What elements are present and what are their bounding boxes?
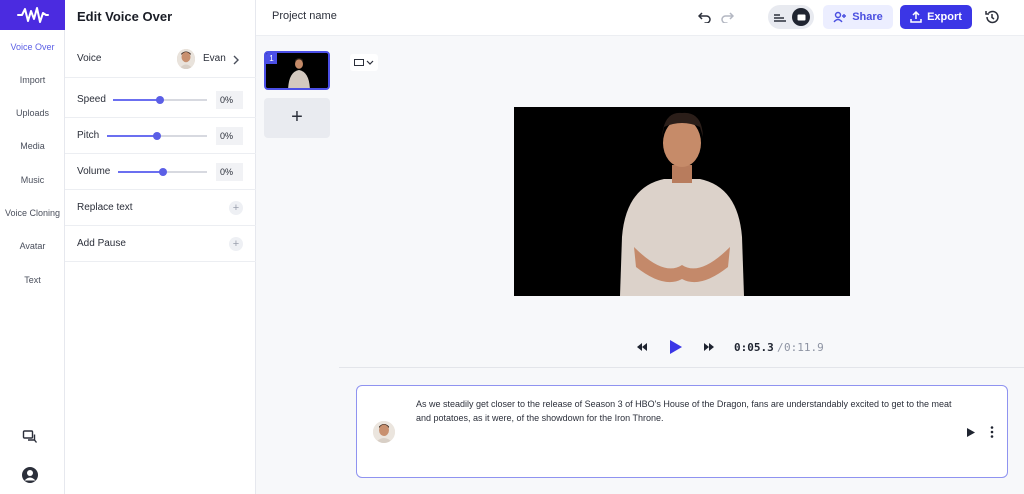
export-label: Export: [927, 11, 962, 23]
add-pause-row[interactable]: Add Pause +: [65, 226, 256, 262]
pitch-label: Pitch: [77, 130, 100, 141]
timeline-view-icon[interactable]: [773, 11, 786, 29]
upload-icon: [910, 11, 922, 23]
volume-value[interactable]: 0%: [216, 163, 243, 181]
app-logo[interactable]: [0, 0, 65, 30]
edit-voice-over-panel: Edit Voice Over Voice Evan Speed 0% Pitc…: [65, 0, 256, 494]
chevron-right-icon: [232, 53, 240, 71]
scenes-column: 1 +: [256, 36, 339, 494]
speed-slider[interactable]: [113, 96, 207, 104]
add-replace-text-icon[interactable]: +: [229, 201, 243, 215]
time-separator: /: [777, 341, 784, 354]
export-button[interactable]: Export: [900, 5, 972, 29]
speed-slider-fill: [113, 99, 160, 101]
nav-item-avatar[interactable]: Avatar: [0, 241, 65, 251]
pitch-value[interactable]: 0%: [216, 127, 243, 145]
more-options-icon[interactable]: [990, 425, 994, 443]
total-time: 0:11.9: [784, 341, 824, 354]
replace-text-label: Replace text: [77, 202, 133, 213]
add-pause-label: Add Pause: [77, 238, 126, 249]
chevron-down-icon: [366, 60, 374, 65]
user-profile-icon[interactable]: [20, 465, 40, 485]
scene-number-badge: 1: [266, 53, 277, 64]
script-text[interactable]: As we steadily get closer to the release…: [416, 397, 956, 425]
nav-item-uploads[interactable]: Uploads: [0, 108, 65, 118]
nav-item-media[interactable]: Media: [0, 141, 65, 151]
play-icon[interactable]: [669, 339, 683, 355]
version-history-icon[interactable]: [980, 5, 1004, 29]
share-label: Share: [852, 11, 883, 23]
voice-row[interactable]: Voice Evan: [65, 41, 256, 78]
project-name[interactable]: Project name: [272, 10, 337, 22]
volume-label: Volume: [77, 166, 111, 177]
undo-icon[interactable]: [696, 8, 714, 26]
script-play-icon[interactable]: [966, 425, 976, 443]
fast-forward-icon[interactable]: [704, 343, 714, 351]
add-user-icon: [833, 11, 847, 23]
redo-icon[interactable]: [718, 8, 736, 26]
panel-title: Edit Voice Over: [77, 9, 173, 24]
view-toggle[interactable]: [768, 5, 814, 29]
script-card[interactable]: As we steadily get closer to the release…: [356, 385, 1008, 478]
pitch-slider-fill: [107, 135, 157, 137]
voice-avatar: [177, 49, 195, 69]
section-divider: [339, 367, 1024, 368]
scene-thumbnail[interactable]: 1: [264, 51, 330, 90]
volume-slider[interactable]: [118, 168, 207, 176]
left-nav: Voice Over Import Uploads Media Music Vo…: [0, 0, 65, 494]
speed-label: Speed: [77, 94, 106, 105]
nav-item-voice-over[interactable]: Voice Over: [0, 42, 65, 52]
rewind-icon[interactable]: [637, 343, 647, 351]
voice-label: Voice: [77, 53, 102, 64]
aspect-ratio-icon: [354, 59, 364, 66]
voice-name: Evan: [203, 53, 226, 64]
nav-item-music[interactable]: Music: [0, 175, 65, 185]
player-controls: 0:05.3 / 0:11.9: [339, 330, 1024, 366]
pitch-slider[interactable]: [107, 132, 207, 140]
waveform-logo-icon: [16, 7, 49, 23]
top-bar: Project name Share Export: [256, 0, 1024, 36]
canvas-view-icon[interactable]: [792, 8, 810, 26]
pitch-row: Pitch 0%: [65, 118, 256, 154]
nav-item-text[interactable]: Text: [0, 275, 65, 285]
chat-icon[interactable]: [20, 427, 40, 447]
speed-value[interactable]: 0%: [216, 91, 243, 109]
video-preview[interactable]: [514, 107, 850, 296]
script-voice-avatar[interactable]: [373, 421, 395, 443]
nav-item-voice-cloning[interactable]: Voice Cloning: [0, 208, 65, 218]
avatar-presenter-image: [514, 107, 850, 296]
current-time: 0:05.3: [734, 341, 774, 354]
add-pause-icon[interactable]: +: [229, 237, 243, 251]
nav-item-import[interactable]: Import: [0, 75, 65, 85]
speed-row: Speed 0%: [65, 82, 256, 118]
volume-slider-fill: [118, 171, 163, 173]
replace-text-row[interactable]: Replace text +: [65, 190, 256, 226]
aspect-ratio-dropdown[interactable]: [350, 54, 378, 71]
pitch-slider-knob[interactable]: [153, 132, 161, 140]
volume-slider-knob[interactable]: [158, 168, 167, 176]
volume-row: Volume 0%: [65, 154, 256, 190]
add-scene-button[interactable]: +: [264, 98, 330, 138]
share-button[interactable]: Share: [823, 5, 893, 29]
speed-slider-knob[interactable]: [156, 96, 164, 104]
